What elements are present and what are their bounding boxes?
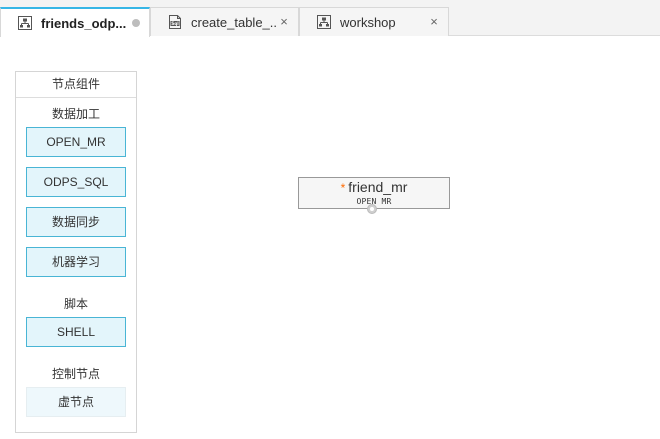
close-icon[interactable]: × xyxy=(428,15,440,29)
svg-text:Sql: Sql xyxy=(171,21,179,26)
canvas-node-friend-mr[interactable]: * friend_mr OPEN MR xyxy=(298,177,450,214)
component-shell[interactable]: SHELL xyxy=(26,317,126,347)
unsaved-marker: * xyxy=(340,181,346,195)
node-name: friend_mr xyxy=(348,179,408,195)
component-virtual-node[interactable]: 虚节点 xyxy=(26,387,126,417)
workflow-icon xyxy=(18,16,32,30)
tab-bar: friends_odp... Sql create_table_... × wo… xyxy=(0,0,660,37)
tab-workshop[interactable]: workshop × xyxy=(299,7,449,36)
group-title-script: 脚本 xyxy=(63,297,88,311)
node-title: * friend_mr xyxy=(299,179,449,197)
unsaved-dot-icon xyxy=(132,19,140,27)
tab-label: create_table_... xyxy=(191,14,278,30)
group-title-control-node: 控制节点 xyxy=(51,367,100,381)
component-data-sync[interactable]: 数据同步 xyxy=(26,207,126,237)
component-open-mr[interactable]: OPEN_MR xyxy=(26,127,126,157)
tab-create-table[interactable]: Sql create_table_... × xyxy=(150,7,299,36)
output-port-icon[interactable] xyxy=(367,204,377,214)
node-component-panel: 节点组件 数据加工 OPEN_MR ODPS_SQL 数据同步 机器学习 脚本 … xyxy=(15,71,137,433)
tab-friends-odps[interactable]: friends_odp... xyxy=(0,7,150,37)
group-title-data-processing: 数据加工 xyxy=(51,107,100,121)
close-icon[interactable]: × xyxy=(278,15,290,29)
sql-file-icon: Sql xyxy=(169,15,181,29)
workflow-icon xyxy=(317,15,331,29)
panel-title: 节点组件 xyxy=(16,72,136,98)
component-machine-learning[interactable]: 机器学习 xyxy=(26,247,126,277)
workflow-editor: friends_odp... Sql create_table_... × wo… xyxy=(0,0,660,439)
component-odps-sql[interactable]: ODPS_SQL xyxy=(26,167,126,197)
tab-label: friends_odp... xyxy=(41,15,127,31)
tab-label: workshop xyxy=(340,14,396,30)
